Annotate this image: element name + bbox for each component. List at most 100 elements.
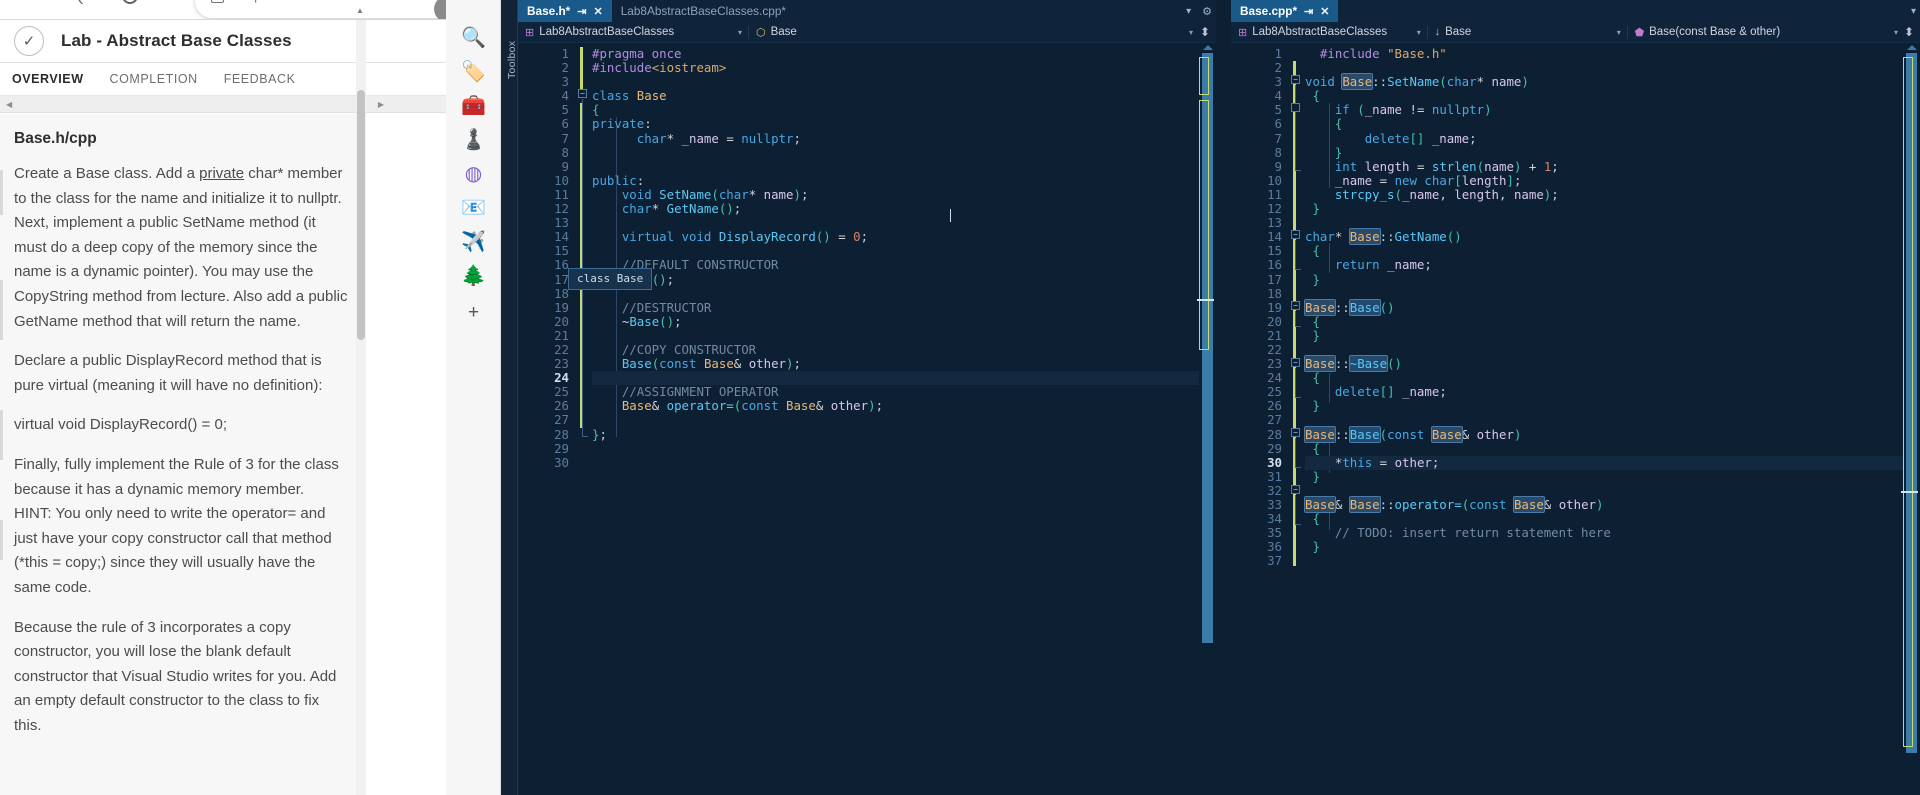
reload-icon[interactable] xyxy=(122,0,138,4)
fold-toggle-assign[interactable]: − xyxy=(1291,485,1300,494)
code-line[interactable] xyxy=(592,75,1216,89)
code-line[interactable] xyxy=(592,146,1216,160)
briefcase-icon[interactable]: 🧰 xyxy=(458,90,489,121)
code-line[interactable] xyxy=(1305,413,1920,427)
scroll-up-icon[interactable]: ▲ xyxy=(356,6,364,15)
code-line[interactable]: private: xyxy=(592,117,1216,131)
code-line[interactable]: char* GetName(); xyxy=(592,201,1216,216)
back-arrow-icon[interactable]: ‹ xyxy=(78,0,84,10)
code-line[interactable]: Base::Base() xyxy=(1304,298,1920,316)
code-line[interactable]: class Base xyxy=(592,89,1216,103)
toolbox-label[interactable]: Toolbox xyxy=(506,21,518,79)
code-line[interactable]: char* _name = nullptr; xyxy=(592,131,1216,146)
code-line[interactable]: return _name; xyxy=(1305,258,1920,272)
chevron-down-icon[interactable]: ▾ xyxy=(1894,28,1898,37)
scrollbar-thumb[interactable] xyxy=(357,90,365,340)
code-line[interactable]: } xyxy=(1305,540,1920,554)
code-line[interactable] xyxy=(592,442,1216,456)
fold-toggle-setname[interactable]: − xyxy=(1291,75,1300,84)
glyph-margin-right[interactable] xyxy=(1289,43,1305,795)
code-lines-left[interactable]: #pragma once #include<iostream> class Bas… xyxy=(592,46,1216,795)
code-line[interactable]: } xyxy=(1305,145,1920,160)
gear-icon[interactable]: ⚙ xyxy=(1202,5,1212,18)
code-line[interactable] xyxy=(592,329,1216,343)
omnibox[interactable]: https://CANVAS.EDU ☆ ⧉ xyxy=(195,0,446,18)
nav-function-right[interactable]: ⬟ Base(const Base & other) ▾ xyxy=(1628,22,1904,43)
code-line[interactable]: if (_name != nullptr) xyxy=(1305,103,1920,117)
fold-toggle-copyctor[interactable]: − xyxy=(1291,428,1300,437)
code-editor-base-cpp[interactable]: 1 2 3 4 5 6 7 8 9 10 11 12 13 14 15 16 17 18 19 20 21 22 23 24 2… xyxy=(1231,43,1920,795)
code-line[interactable]: { xyxy=(1305,89,1920,103)
code-lines-right[interactable]: #include "Base.h" void Base::SetName(cha… xyxy=(1304,46,1920,795)
code-line[interactable]: Base& Base::operator=(const Base& other) xyxy=(1304,496,1920,513)
code-line[interactable]: public: xyxy=(592,173,1216,188)
code-line[interactable]: } xyxy=(1305,201,1920,216)
code-line[interactable]: { xyxy=(1305,117,1920,131)
chevron-down-icon[interactable]: ▾ xyxy=(1617,28,1621,37)
code-line[interactable]: { xyxy=(1305,441,1920,456)
nav-project-right[interactable]: ⊞ Lab8AbstractBaseClasses ▾ xyxy=(1231,22,1427,43)
code-line[interactable]: { xyxy=(592,103,1216,117)
pin-icon[interactable]: ⇥ xyxy=(577,5,586,18)
code-line[interactable]: { xyxy=(1305,244,1920,258)
tag-icon[interactable]: 🏷️ xyxy=(458,56,489,87)
code-line[interactable]: //ASSIGNMENT OPERATOR xyxy=(592,385,1216,399)
code-line[interactable]: //DEFAULT CONSTRUCTOR xyxy=(592,258,1216,272)
glyph-margin-left[interactable] xyxy=(576,43,592,795)
code-line[interactable]: } xyxy=(1305,328,1920,343)
pane-splitter[interactable] xyxy=(1216,0,1231,795)
code-line[interactable]: #include "Base.h" xyxy=(1305,46,1920,61)
split-view-icon[interactable]: ⬍ xyxy=(1904,25,1914,39)
pin-icon[interactable]: ⇥ xyxy=(1304,5,1313,18)
code-line[interactable]: char* Base::GetName() xyxy=(1305,228,1920,246)
microsoft365-icon[interactable]: ◍ xyxy=(458,158,489,189)
toolbox-strip[interactable]: Toolbox xyxy=(501,0,518,795)
scroll-right-icon[interactable]: ▶ xyxy=(378,100,384,109)
code-line[interactable]: delete[] _name; xyxy=(1305,385,1920,399)
code-line[interactable] xyxy=(1305,287,1920,301)
code-line[interactable]: Base::~Base() xyxy=(1304,355,1920,373)
avatar[interactable] xyxy=(434,0,446,19)
code-line[interactable]: *this = other; xyxy=(1305,455,1920,470)
code-line[interactable] xyxy=(1305,343,1920,357)
code-line[interactable] xyxy=(592,160,1216,174)
code-line[interactable]: { xyxy=(1305,371,1920,385)
code-line[interactable] xyxy=(592,216,1216,230)
code-line[interactable]: //DESTRUCTOR xyxy=(592,300,1216,315)
fold-toggle-ctor[interactable]: − xyxy=(1291,301,1300,310)
code-line[interactable] xyxy=(592,287,1216,301)
tab-completion[interactable]: COMPLETION xyxy=(110,72,198,86)
code-line[interactable]: void SetName(char* name); xyxy=(592,187,1216,202)
tree-icon[interactable]: 🌲 xyxy=(458,260,489,291)
code-line[interactable]: Base(); xyxy=(592,272,1216,287)
chess-icon[interactable]: ♟️ xyxy=(458,124,489,155)
split-view-icon[interactable]: ⬍ xyxy=(1200,25,1210,39)
close-icon[interactable]: ✕ xyxy=(594,5,603,18)
code-line[interactable] xyxy=(592,413,1216,427)
code-line[interactable]: { xyxy=(1305,512,1920,526)
chevron-down-icon[interactable]: ▾ xyxy=(1189,28,1193,37)
horizontal-scroll-row[interactable]: ◀ ▶ xyxy=(0,96,446,113)
scroll-up-icon[interactable] xyxy=(1203,45,1213,50)
code-line[interactable]: virtual void DisplayRecord() = 0; xyxy=(592,230,1216,244)
code-line[interactable]: int length = strlen(name) + 1; xyxy=(1305,159,1920,174)
code-line[interactable]: Base& operator=(const Base& other); xyxy=(592,399,1216,413)
fold-toggle-if[interactable] xyxy=(1291,103,1300,112)
code-line[interactable]: #pragma once xyxy=(592,46,1216,61)
code-line[interactable]: ~Base(); xyxy=(592,314,1216,329)
nav-project-left[interactable]: ⊞ Lab8AbstractBaseClasses ▾ xyxy=(518,22,748,43)
tab-overview[interactable]: OVERVIEW xyxy=(12,72,84,86)
tab-feedback[interactable]: FEEDBACK xyxy=(224,72,296,86)
chevron-down-icon[interactable]: ▾ xyxy=(1417,28,1421,37)
tab-overflow-icon[interactable]: ▾ xyxy=(1911,6,1916,17)
code-line[interactable]: } xyxy=(1305,272,1920,287)
add-icon[interactable]: + xyxy=(458,297,489,328)
fold-toggle-dtor[interactable]: − xyxy=(1291,358,1300,367)
nav-member-right[interactable]: ↓ Base ▾ xyxy=(1428,22,1627,43)
code-line[interactable] xyxy=(1305,484,1920,498)
code-line[interactable]: _name = new char[length]; xyxy=(1305,173,1920,188)
search-icon[interactable]: 🔍 xyxy=(458,22,489,53)
page-scrollbar[interactable]: ▲ xyxy=(356,6,366,795)
code-line[interactable]: { xyxy=(1305,314,1920,329)
code-editor-base-h[interactable]: 1 2 3 4 5 6 7 8 9 10 11 12 13 14 15 16 17 18 19 20 21 22 23 24 2… xyxy=(518,43,1216,795)
